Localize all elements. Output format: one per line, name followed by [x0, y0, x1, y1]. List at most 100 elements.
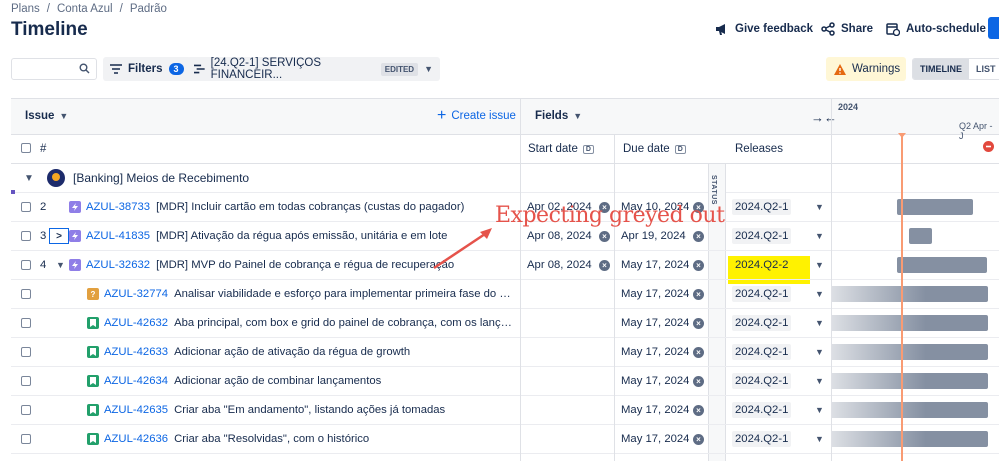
issue-key-link[interactable]: AZUL-38733: [86, 201, 150, 213]
row-checkbox[interactable]: [21, 338, 31, 366]
start-date-value[interactable]: Apr 08, 2024: [527, 251, 592, 279]
warnings-button[interactable]: Warnings: [826, 57, 906, 81]
toggle-timeline[interactable]: TIMELINE: [913, 59, 969, 79]
timeline-year: 2024: [838, 102, 859, 112]
issue-column-header[interactable]: Issue ▼: [25, 110, 68, 122]
chevron-down-icon[interactable]: ▼: [56, 251, 65, 279]
issue-key-link[interactable]: AZUL-42632: [104, 317, 168, 329]
issue-summary[interactable]: [MDR] MVP do Painel de cobrança e régua …: [156, 259, 454, 271]
row-checkbox[interactable]: [21, 396, 31, 424]
release-value[interactable]: 2024.Q2-1: [732, 309, 792, 337]
row-checkbox[interactable]: [21, 309, 31, 337]
timeline-bar[interactable]: [897, 199, 973, 215]
timeline-bar[interactable]: [832, 315, 988, 331]
start-date-column-header[interactable]: Start date D: [528, 143, 594, 155]
release-value[interactable]: 2024.Q2-1: [732, 280, 792, 308]
due-date-value[interactable]: May 17, 2024: [621, 309, 689, 337]
release-value[interactable]: 2024.Q2-1: [732, 222, 792, 250]
chevron-down-icon[interactable]: ▼: [815, 251, 824, 279]
issue-summary[interactable]: Adicionar ação de ativação da régua de g…: [174, 346, 410, 358]
issue-key-link[interactable]: AZUL-42635: [104, 404, 168, 416]
issue-key-link[interactable]: AZUL-42636: [104, 433, 168, 445]
timeline-bar[interactable]: [897, 257, 987, 273]
share-button[interactable]: Share: [821, 20, 873, 38]
issue-summary[interactable]: Criar aba "Resolvidas", com o histórico: [174, 433, 369, 445]
due-date-value[interactable]: May 17, 2024: [621, 425, 689, 453]
issue-key-link[interactable]: AZUL-32632: [86, 259, 150, 271]
chevron-down-icon[interactable]: ▼: [815, 309, 824, 337]
due-date-value[interactable]: May 17, 2024: [621, 280, 689, 308]
timeline-bar[interactable]: [832, 373, 988, 389]
clear-due-date-icon[interactable]: ×: [693, 309, 704, 337]
breadcrumb-plans[interactable]: Plans: [11, 3, 40, 15]
search-input[interactable]: [11, 58, 97, 80]
issue-key-link[interactable]: AZUL-32774: [104, 288, 168, 300]
issue-key-link[interactable]: AZUL-41835: [86, 230, 150, 242]
release-value[interactable]: 2024.Q2-1: [732, 367, 792, 395]
primary-action-button[interactable]: [988, 17, 999, 39]
issue-key-link[interactable]: AZUL-42634: [104, 375, 168, 387]
row-checkbox[interactable]: [21, 425, 31, 453]
toggle-list[interactable]: LIST: [969, 59, 999, 79]
timeline-bar[interactable]: [832, 431, 988, 447]
breadcrumb-padrao[interactable]: Padrão: [130, 3, 167, 15]
timeline-bar[interactable]: [832, 402, 988, 418]
checkbox-icon: [21, 434, 31, 444]
chevron-down-icon[interactable]: ▼: [24, 164, 34, 192]
release-value[interactable]: 2024.Q2-2: [732, 251, 792, 279]
clear-start-date-icon[interactable]: ×: [599, 251, 610, 279]
issue-summary[interactable]: Aba principal, com box e grid do painel …: [174, 317, 515, 329]
issue-summary[interactable]: [MDR] Incluir cartão em todas cobranças …: [156, 201, 464, 213]
issue-summary[interactable]: Criar aba "Em andamento", listando ações…: [174, 404, 445, 416]
clear-due-date-icon[interactable]: ×: [693, 338, 704, 366]
release-value[interactable]: 2024.Q2-1: [732, 193, 792, 221]
due-date-value[interactable]: May 17, 2024: [621, 251, 689, 279]
timeline-bar[interactable]: [909, 228, 932, 244]
select-all-checkbox[interactable]: [21, 143, 31, 153]
issue-key-link[interactable]: AZUL-42633: [104, 346, 168, 358]
releases-column-header[interactable]: Releases: [735, 143, 783, 155]
clear-due-date-icon[interactable]: ×: [693, 251, 704, 279]
chevron-down-icon[interactable]: ▼: [815, 338, 824, 366]
row-checkbox[interactable]: [21, 280, 31, 308]
chevron-down-icon[interactable]: ▼: [815, 280, 824, 308]
give-feedback-button[interactable]: Give feedback: [715, 20, 813, 38]
chevron-down-icon[interactable]: ▼: [815, 222, 824, 250]
row-checkbox[interactable]: [21, 193, 31, 221]
expand-chevron-icon[interactable]: >: [49, 228, 69, 244]
row-checkbox[interactable]: [21, 367, 31, 395]
table-row[interactable]: 4 ▼ AZUL-32632 [MDR] MVP do Painel de co…: [11, 251, 999, 280]
create-issue-button[interactable]: + Create issue: [437, 108, 516, 124]
issue-summary[interactable]: Analisar viabilidade e esforço para impl…: [174, 288, 515, 300]
due-date-value[interactable]: May 17, 2024: [621, 396, 689, 424]
release-value[interactable]: 2024.Q2-1: [732, 396, 792, 424]
breadcrumb-conta-azul[interactable]: Conta Azul: [57, 3, 113, 15]
issue-summary[interactable]: [MDR] Ativação da régua após emissão, un…: [156, 230, 447, 242]
row-checkbox[interactable]: [21, 222, 31, 250]
chevron-down-icon[interactable]: ▼: [815, 367, 824, 395]
due-date-value[interactable]: May 17, 2024: [621, 367, 689, 395]
view-selector[interactable]: [24.Q2-1] SERVIÇOS FINANCEIR... EDITED ▼: [187, 57, 440, 81]
chevron-down-icon[interactable]: ▼: [815, 425, 824, 453]
timeline-bar[interactable]: [832, 344, 988, 360]
release-value[interactable]: 2024.Q2-1: [732, 338, 792, 366]
clear-due-date-icon[interactable]: ×: [693, 396, 704, 424]
auto-schedule-button[interactable]: Auto-schedule: [886, 20, 986, 38]
clear-due-date-icon[interactable]: ×: [693, 425, 704, 453]
issue-summary[interactable]: Adicionar ação de combinar lançamentos: [174, 375, 381, 387]
release-value[interactable]: 2024.Q2-1: [732, 425, 792, 453]
due-date-value[interactable]: May 17, 2024: [621, 338, 689, 366]
timeline-bar[interactable]: [832, 286, 988, 302]
create-issue-label: Create issue: [451, 110, 516, 122]
chevron-down-icon[interactable]: ▼: [815, 396, 824, 424]
release-label: 2024.Q2-1: [732, 228, 792, 244]
collapse-fields-icon[interactable]: →←: [811, 110, 837, 125]
filters-button[interactable]: Filters 3: [103, 57, 191, 81]
clear-due-date-icon[interactable]: ×: [693, 367, 704, 395]
group-row[interactable]: ▼ [Banking] Meios de Recebimento: [11, 164, 999, 193]
clear-due-date-icon[interactable]: ×: [693, 280, 704, 308]
row-checkbox[interactable]: [21, 251, 31, 279]
chevron-down-icon[interactable]: ▼: [815, 193, 824, 221]
fields-column-header[interactable]: Fields ▼: [535, 110, 582, 122]
due-date-column-header[interactable]: Due date D: [623, 143, 686, 155]
